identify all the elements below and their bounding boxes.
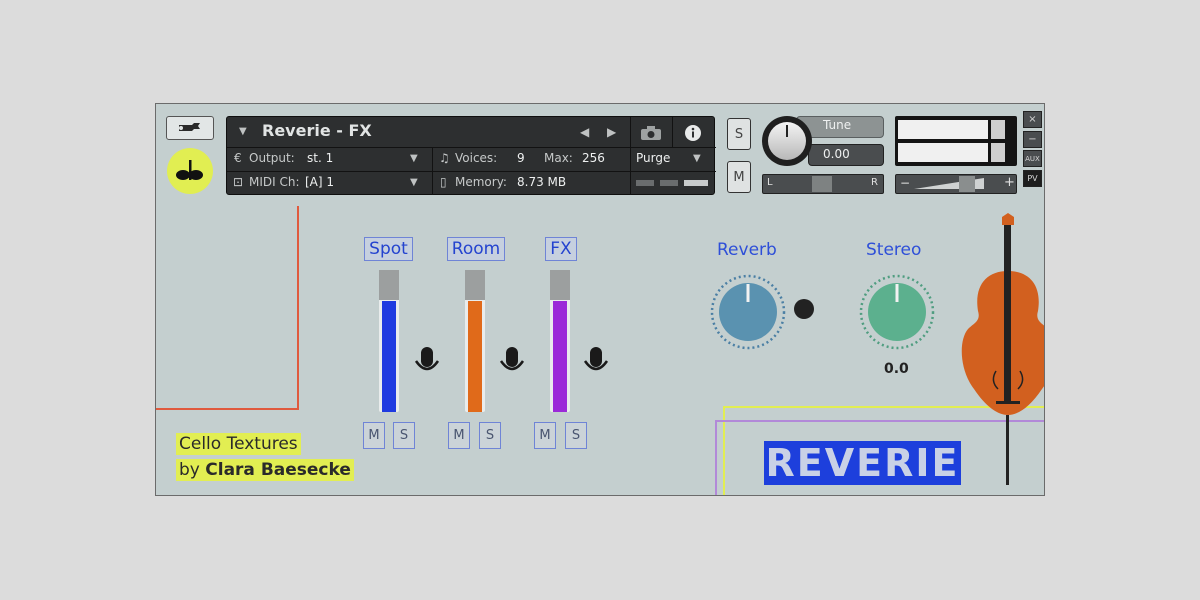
pv-button[interactable]: PV (1023, 170, 1042, 187)
minimize-button[interactable]: − (1023, 131, 1042, 148)
voices-icon: ♫ (439, 151, 450, 165)
kontakt-instrument: ▼ Reverie - FX ◀ ▶ € Output: st. 1 ▼ ♫ V… (155, 103, 1045, 496)
solo-fx-button[interactable]: S (565, 422, 587, 449)
meter-right (898, 143, 988, 162)
credits-author: by Clara Baesecke (176, 459, 354, 481)
instrument-header-panel: ▼ Reverie - FX ◀ ▶ € Output: st. 1 ▼ ♫ V… (226, 116, 716, 195)
aux-button[interactable]: AUX (1023, 150, 1042, 167)
wrench-icon (179, 123, 200, 131)
fader-fx[interactable] (550, 270, 570, 412)
solo-spot-button[interactable]: S (393, 422, 415, 449)
fader-spot[interactable] (379, 270, 399, 412)
microphone-icon[interactable] (496, 345, 528, 379)
voices-value: 9 (517, 151, 525, 165)
memory-value: 8.73 MB (517, 175, 567, 189)
instrument-options-button[interactable] (166, 116, 214, 140)
purge-indicator (684, 180, 708, 186)
collapse-arrow-icon[interactable]: ▼ (239, 126, 247, 137)
memory-icon: ▯ (440, 175, 447, 189)
mute-fx-button[interactable]: M (534, 422, 556, 449)
purge-dropdown-icon[interactable]: ▼ (693, 153, 701, 164)
reverb-label: Reverb (717, 240, 777, 260)
microphone-icon[interactable] (580, 345, 612, 379)
meter-peak (991, 120, 1005, 139)
info-icon[interactable] (684, 124, 702, 142)
volume-plus[interactable]: + (1004, 175, 1015, 190)
next-instrument-icon[interactable]: ▶ (607, 125, 616, 139)
meter-left (898, 120, 988, 139)
reverb-knob[interactable] (710, 274, 786, 350)
decor-line-orange (156, 206, 299, 410)
output-dropdown-icon[interactable]: ▼ (410, 153, 418, 164)
mute-button[interactable]: M (727, 161, 751, 193)
tune-label: Tune (823, 118, 852, 132)
midi-dropdown-icon[interactable]: ▼ (410, 177, 418, 188)
fader-room[interactable] (465, 270, 485, 412)
divider (227, 147, 716, 148)
memory-label: Memory: (455, 175, 507, 189)
brand-logo: REVERIE (764, 441, 961, 485)
camera-icon[interactable] (640, 125, 662, 141)
purge-menu[interactable]: Purge (636, 151, 670, 165)
solo-button[interactable]: S (727, 118, 751, 150)
note-logo-icon (176, 160, 203, 180)
output-label: Output: (249, 151, 295, 165)
pan-right-label: R (871, 177, 878, 188)
tune-knob[interactable] (768, 122, 806, 160)
output-icon: € (234, 151, 242, 165)
stereo-knob[interactable] (859, 274, 935, 350)
max-voices-value[interactable]: 256 (582, 151, 605, 165)
purge-indicator (660, 180, 678, 186)
meter-peak (991, 143, 1005, 162)
output-value[interactable]: st. 1 (307, 151, 333, 165)
purge-indicator (636, 180, 654, 186)
volume-handle[interactable] (959, 176, 975, 192)
fader-handle[interactable] (550, 270, 570, 300)
mute-room-button[interactable]: M (448, 422, 470, 449)
instrument-title[interactable]: Reverie - FX (262, 121, 372, 140)
credits-title: Cello Textures (176, 433, 301, 455)
microphone-icon[interactable] (411, 345, 443, 379)
pan-handle[interactable] (812, 176, 832, 192)
channel-label-spot: Spot (364, 237, 413, 261)
midi-icon: ⊡ (233, 175, 244, 189)
tune-value[interactable]: 0.00 (823, 147, 850, 161)
divider (227, 171, 716, 172)
stereo-value: 0.0 (884, 361, 909, 377)
midi-channel-value[interactable]: [A] 1 (305, 175, 334, 189)
max-voices-label: Max: (544, 151, 573, 165)
pan-left-label: L (767, 177, 773, 188)
fader-handle[interactable] (465, 270, 485, 300)
fader-fill (382, 301, 396, 412)
fader-fill (553, 301, 567, 412)
output-meters (895, 116, 1017, 166)
mute-spot-button[interactable]: M (363, 422, 385, 449)
midi-channel-label: MIDI Ch: (249, 175, 300, 189)
stereo-label: Stereo (866, 240, 922, 260)
fader-fill (468, 301, 482, 412)
channel-label-fx: FX (545, 237, 577, 261)
fader-handle[interactable] (379, 270, 399, 300)
reverb-toggle-dot[interactable] (794, 299, 814, 319)
solo-room-button[interactable]: S (479, 422, 501, 449)
channel-label-room: Room (447, 237, 505, 261)
voices-label: Voices: (455, 151, 498, 165)
prev-instrument-icon[interactable]: ◀ (580, 125, 589, 139)
divider (630, 117, 631, 195)
close-button[interactable]: × (1023, 111, 1042, 128)
credits-author-name: Clara Baesecke (205, 460, 351, 480)
divider (672, 117, 673, 147)
volume-minus[interactable]: − (900, 176, 910, 190)
library-logo (167, 148, 213, 194)
credits-by: by (179, 460, 206, 480)
cello-illustration (961, 213, 1044, 485)
